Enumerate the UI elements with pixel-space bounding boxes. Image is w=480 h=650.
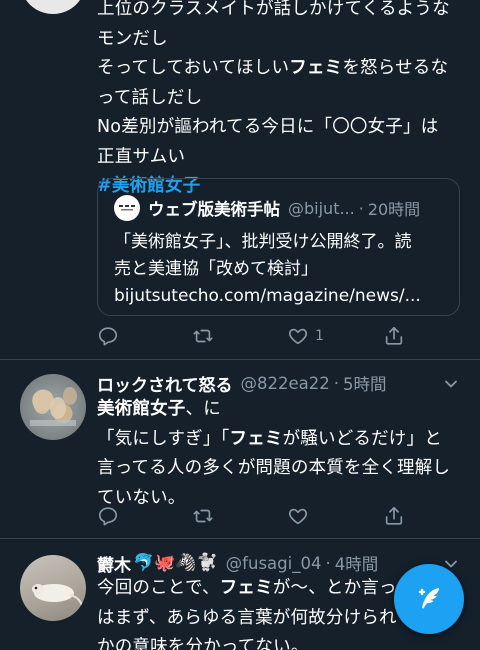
avatar[interactable] xyxy=(20,0,86,14)
user-handle: @822ea22 xyxy=(240,373,330,393)
text-line: 売と美連協「改めて検討」 xyxy=(114,259,318,279)
text-line: 正直サムい xyxy=(97,146,186,167)
avatar[interactable] xyxy=(20,555,86,621)
text-segment: 、に xyxy=(185,399,221,419)
display-name[interactable]: ロックされて怒る xyxy=(97,371,233,396)
text-line: って話しだし xyxy=(97,87,203,108)
share-button[interactable] xyxy=(383,502,411,530)
quoted-account-name[interactable]: ウェブ版美術手帖 xyxy=(148,196,280,220)
retweet-icon xyxy=(193,509,213,523)
separator-dot: · xyxy=(358,198,364,218)
heart-icon xyxy=(288,508,308,525)
highlight-keyword: フェミ xyxy=(229,428,283,449)
text-line: 言ってる人の多くが問題の本質を全く理解し xyxy=(97,458,451,478)
display-name[interactable]: 欝木 xyxy=(97,551,131,576)
avatar-image xyxy=(30,387,77,426)
reply-icon xyxy=(98,507,118,526)
tweet-header: ロックされて怒る @822ea22 · 5時間 xyxy=(97,369,387,397)
timestamp[interactable]: 4時間 xyxy=(335,551,379,575)
retweet-icon xyxy=(193,329,213,343)
display-name-emojis: 🐬🐙🦓🐩 xyxy=(133,553,218,573)
like-button[interactable] xyxy=(287,502,315,530)
compose-tweet-button[interactable] xyxy=(394,564,464,634)
quoted-link[interactable]: bijutsutecho.com/magazine/news/... xyxy=(114,283,449,310)
reply-button[interactable] xyxy=(97,502,125,530)
text-segment: そってしておいてほしい xyxy=(97,58,290,78)
quoted-tweet-card[interactable]: ウェブ版美術手帖 @bijut... · 20時間 「美術館女子」、批判受け公開… xyxy=(97,178,460,316)
text-segment: が騒いどるだけ」と xyxy=(282,428,442,449)
text-line: かの意味を分かってない。 xyxy=(97,637,309,650)
text-line: 「美術館女子」、批判受け公開終了。読 xyxy=(114,232,412,252)
text-segment: 「気にしすぎ」「 xyxy=(97,428,230,449)
tweet-text: 上位のクラスメイトが話しかけてくるような モンだし そってしておいてほしいフェミ… xyxy=(97,0,467,202)
avatar[interactable] xyxy=(20,374,86,440)
compose-tweet-icon xyxy=(418,588,439,609)
retweet-button[interactable] xyxy=(192,322,220,350)
tweet-actions xyxy=(97,502,407,530)
highlight-keyword: 美術館女子 xyxy=(97,399,186,419)
share-icon xyxy=(385,506,403,525)
quoted-timestamp: 20時間 xyxy=(367,200,421,219)
quoted-account-handle: @bijut... xyxy=(288,198,355,218)
tweet-actions: 1 xyxy=(97,322,407,350)
text-segment: 今回のことで、 xyxy=(97,578,220,598)
tweet-2[interactable]: ロックされて怒る @822ea22 · 5時間 美術館女子、に 「気にしすぎ」「… xyxy=(0,360,480,538)
timestamp[interactable]: 5時間 xyxy=(343,371,387,395)
quoted-account-logo xyxy=(114,195,140,221)
reply-icon xyxy=(98,327,118,346)
text-line: No差別が謳われてる今日に「〇〇女子」は xyxy=(97,117,439,137)
tweet-1[interactable]: 上位のクラスメイトが話しかけてくるような モンだし そってしておいてほしいフェミ… xyxy=(0,0,480,360)
retweet-button[interactable] xyxy=(192,502,220,530)
text-line: モンだし xyxy=(97,28,168,49)
heart-icon xyxy=(288,328,308,345)
chevron-down-icon[interactable] xyxy=(444,377,458,391)
share-button[interactable] xyxy=(383,322,411,350)
quoted-tweet-text: 「美術館女子」、批判受け公開終了。読 売と美連協「改めて検討」 bijutsut… xyxy=(114,229,449,310)
tweet-text: 美術館女子、に 「気にしすぎ」「フェミが騒いどるだけ」と 言ってる人の多くが問題… xyxy=(97,395,467,513)
tweet-header: 欝木 🐬🐙🦓🐩 @fusagi_04 · 4時間 xyxy=(97,549,378,577)
user-handle: @fusagi_04 xyxy=(225,553,322,573)
highlight-keyword: フェミ xyxy=(289,58,343,78)
highlight-keyword: フェミ xyxy=(219,578,273,598)
separator-dot: · xyxy=(325,553,331,573)
separator-dot: · xyxy=(333,373,340,393)
avatar-image xyxy=(32,584,83,606)
text-segment: を怒らせるな xyxy=(342,58,449,78)
text-segment: が〜、とか言っ xyxy=(272,578,397,598)
like-count: 1 xyxy=(315,328,324,344)
share-icon xyxy=(385,326,403,345)
reply-button[interactable] xyxy=(97,322,125,350)
like-button[interactable]: 1 xyxy=(287,322,324,350)
text-line: 上位のクラスメイトが話しかけてくるような xyxy=(97,0,450,19)
